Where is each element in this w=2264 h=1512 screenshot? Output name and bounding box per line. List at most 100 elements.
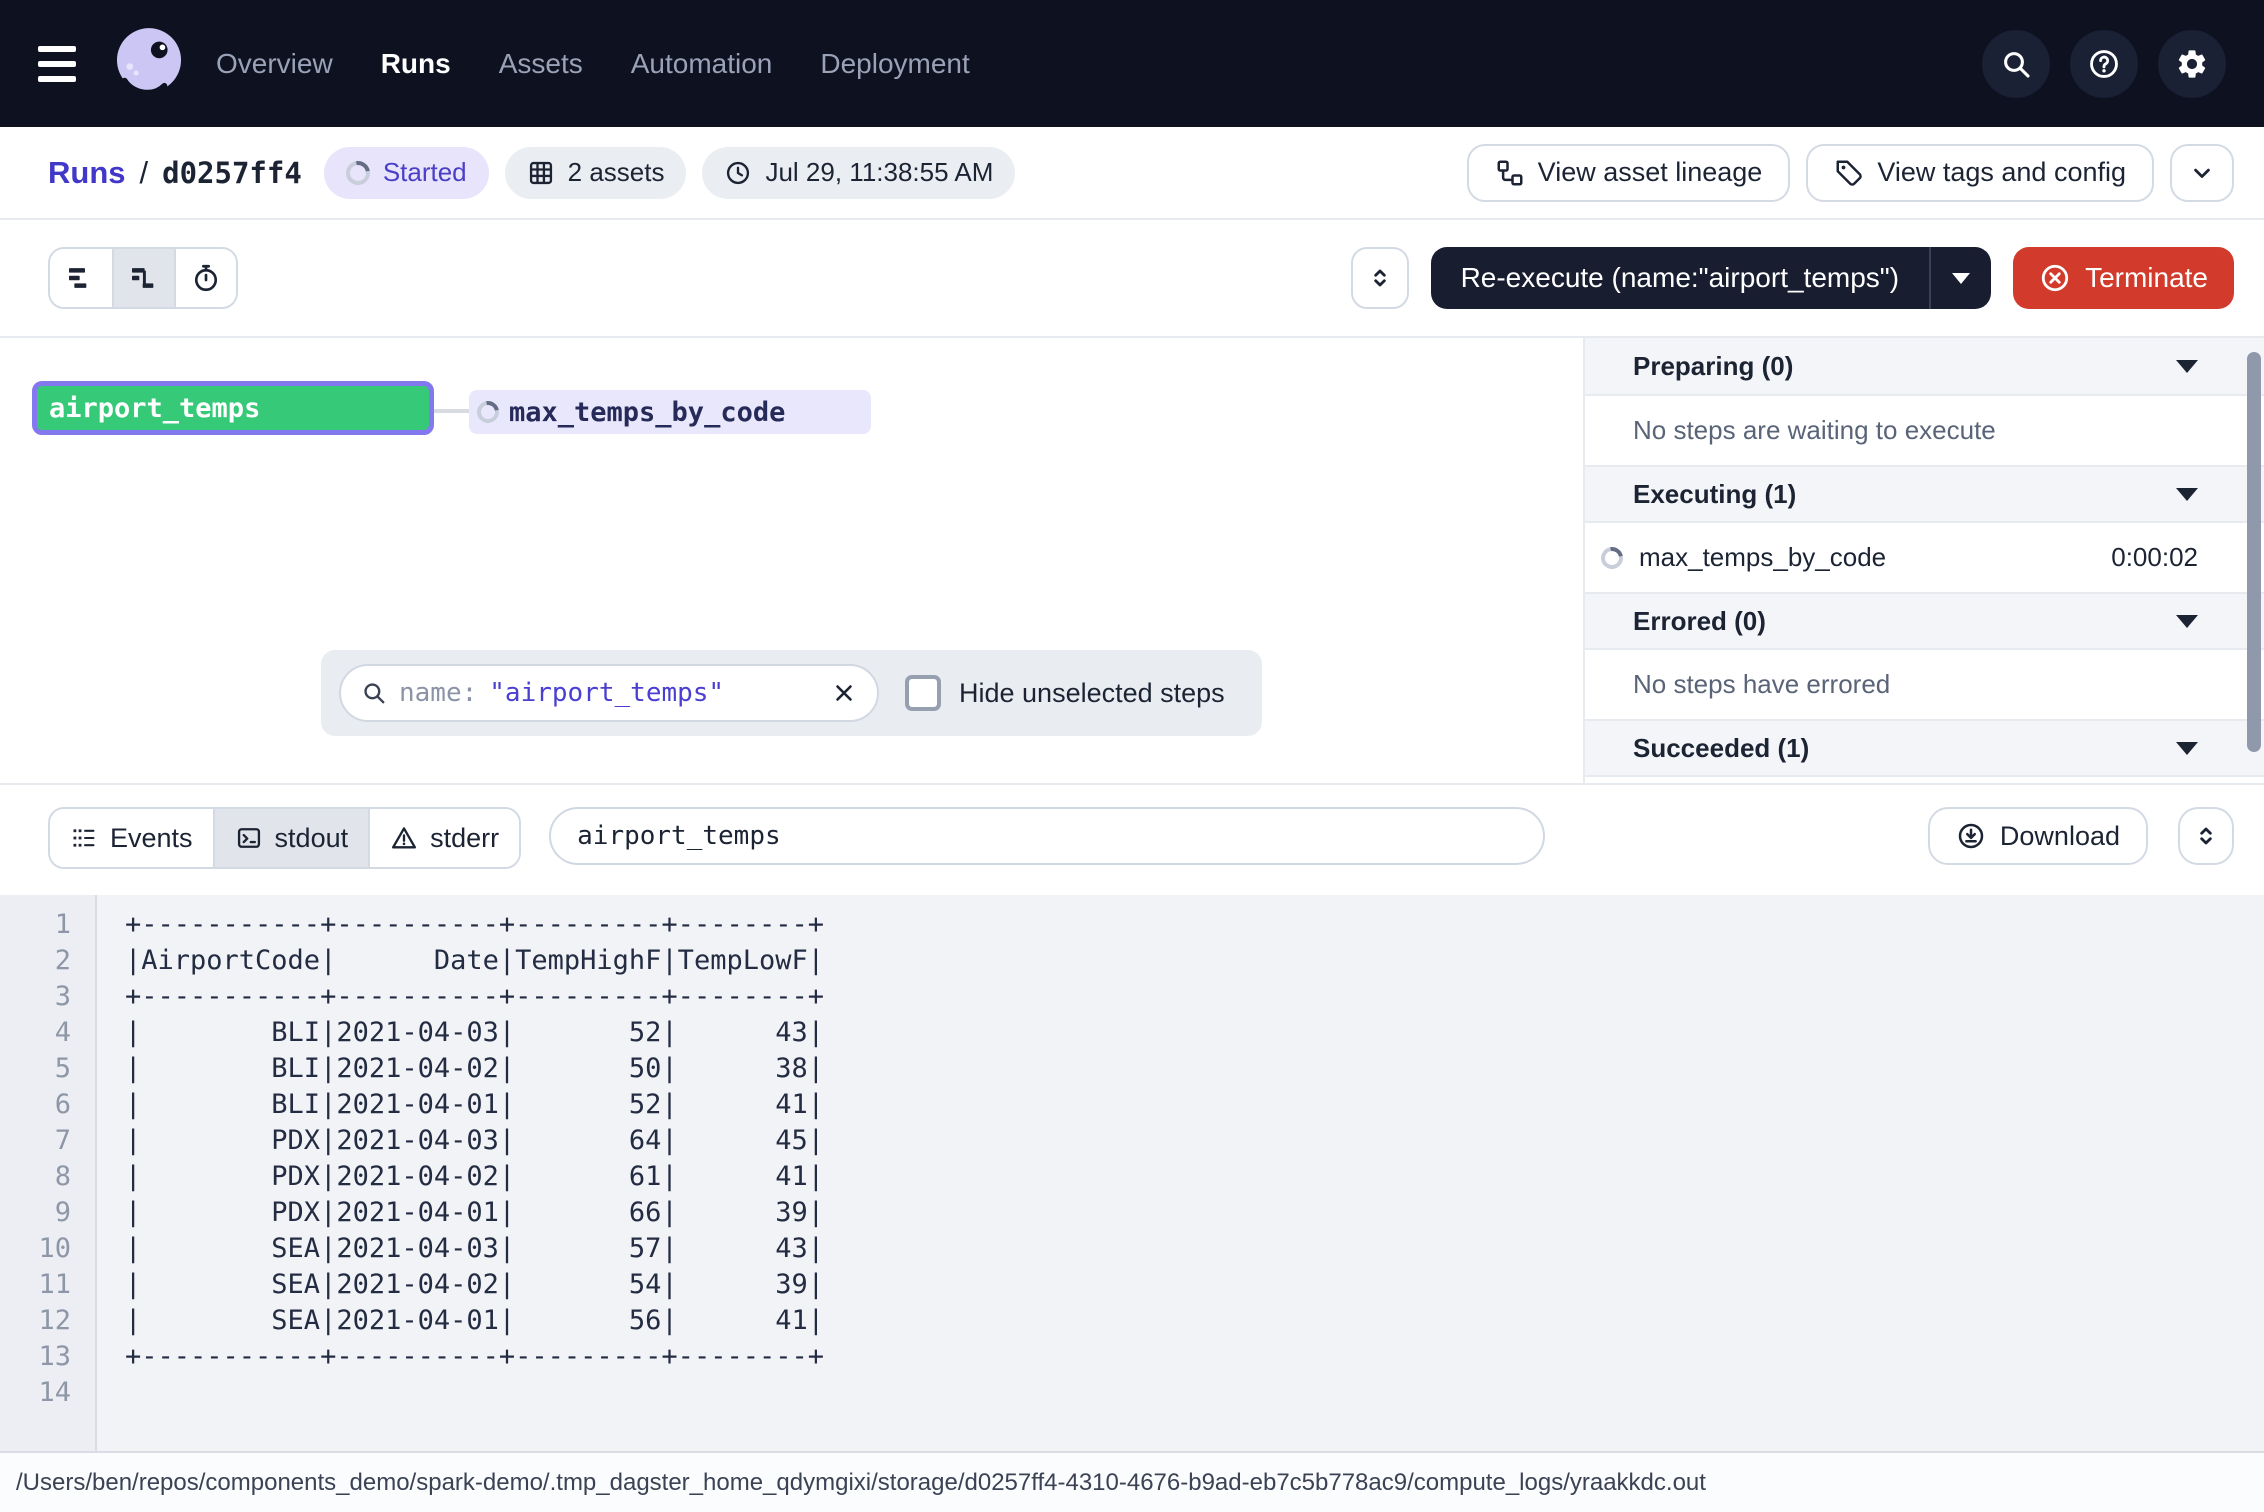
run-id: d0257ff4	[162, 156, 302, 190]
view-tags-config-button[interactable]: View tags and config	[1806, 144, 2154, 202]
line-number: 5	[0, 1051, 95, 1087]
tag-icon	[1834, 158, 1864, 188]
section-header-errored[interactable]: Errored (0)	[1585, 592, 2264, 650]
nav-item[interactable]: Automation	[631, 48, 773, 80]
log-line: 4 | BLI|2021-04-03| 52| 43|	[0, 1015, 2264, 1051]
hamburger-menu-icon[interactable]	[38, 38, 90, 90]
log-line: 10 | SEA|2021-04-03| 57| 43|	[0, 1231, 2264, 1267]
hide-unselected-row: Hide unselected steps	[905, 675, 1225, 711]
nav-item[interactable]: Runs	[381, 48, 451, 80]
help-icon[interactable]	[2070, 30, 2138, 98]
hide-unselected-checkbox[interactable]	[905, 675, 941, 711]
line-text: | SEA|2021-04-03| 57| 43|	[95, 1231, 824, 1267]
log-line: 7 | PDX|2021-04-03| 64| 45|	[0, 1123, 2264, 1159]
assets-badge[interactable]: 2 assets	[505, 147, 687, 199]
log-line: 9 | PDX|2021-04-01| 66| 39|	[0, 1195, 2264, 1231]
run-steps-panel: Preparing (0) No steps are waiting to ex…	[1583, 338, 2264, 783]
line-number: 13	[0, 1339, 95, 1375]
tab-events[interactable]: Events	[50, 809, 213, 867]
log-line: 13 +-----------+----------+---------+---…	[0, 1339, 2264, 1375]
gantt-step-airport-temps[interactable]: airport_temps	[32, 381, 434, 435]
line-text: | SEA|2021-04-01| 56| 41|	[95, 1303, 824, 1339]
expand-log-icon[interactable]	[2178, 807, 2234, 865]
list-icon	[70, 824, 98, 852]
terminal-icon	[235, 824, 263, 852]
run-header: Runs / d0257ff4 Started 2 assets Jul 29,…	[0, 127, 2264, 220]
search-icon[interactable]	[1982, 30, 2050, 98]
nav-item[interactable]: Overview	[216, 48, 333, 80]
line-number: 10	[0, 1231, 95, 1267]
status-spinner-icon	[341, 156, 374, 189]
log-line: 14	[0, 1375, 2264, 1411]
line-text: | PDX|2021-04-01| 66| 39|	[95, 1195, 824, 1231]
tab-stderr[interactable]: stderr	[368, 809, 519, 867]
collapse-triangle-icon	[2176, 742, 2198, 755]
reexecute-dropdown-icon[interactable]	[1929, 247, 1991, 309]
line-number: 7	[0, 1123, 95, 1159]
collapse-triangle-icon	[2176, 360, 2198, 373]
zoom-control-icon[interactable]	[1351, 247, 1409, 309]
section-body-errored: No steps have errored	[1585, 650, 2264, 719]
line-text: | PDX|2021-04-03| 64| 45|	[95, 1123, 824, 1159]
run-actions-dropdown-button[interactable]	[2170, 144, 2234, 202]
collapse-triangle-icon	[2176, 615, 2198, 628]
breadcrumb-runs-link[interactable]: Runs	[48, 155, 126, 191]
warning-triangle-icon	[390, 824, 418, 852]
line-text: +-----------+----------+---------+------…	[95, 979, 824, 1015]
grid-icon	[527, 159, 555, 187]
nav-item[interactable]: Deployment	[820, 48, 969, 80]
nav-item[interactable]: Assets	[499, 48, 583, 80]
view-mode-toggle	[48, 247, 238, 309]
log-line: 6 | BLI|2021-04-01| 52| 41|	[0, 1087, 2264, 1123]
executing-spinner-icon	[1597, 542, 1628, 573]
executing-step-row[interactable]: max_temps_by_code 0:00:02	[1585, 523, 2264, 592]
section-header-succeeded[interactable]: Succeeded (1)	[1585, 719, 2264, 777]
step-search-input[interactable]: name:"airport_temps"	[339, 664, 879, 722]
gantt-toolbar: Re-execute (name:"airport_temps") Termin…	[0, 220, 2264, 336]
clear-search-icon[interactable]	[831, 680, 857, 706]
terminate-button[interactable]: Terminate	[2013, 247, 2234, 309]
line-number: 3	[0, 979, 95, 1015]
timer-icon[interactable]	[174, 249, 236, 307]
line-number: 9	[0, 1195, 95, 1231]
nav-right-icons	[1982, 30, 2226, 98]
line-number: 11	[0, 1267, 95, 1303]
line-text: | PDX|2021-04-02| 61| 41|	[95, 1159, 824, 1195]
status-badge[interactable]: Started	[324, 147, 489, 199]
settings-icon[interactable]	[2158, 30, 2226, 98]
line-text: | BLI|2021-04-02| 50| 38|	[95, 1051, 824, 1087]
run-main-area: airport_temps max_temps_by_code name:"ai…	[0, 336, 2264, 785]
hide-unselected-label: Hide unselected steps	[959, 678, 1225, 709]
search-icon	[361, 680, 387, 706]
run-header-actions: View asset lineage View tags and config	[1467, 144, 2234, 202]
log-line: 1 +-----------+----------+---------+----…	[0, 907, 2264, 943]
log-line: 11 | SEA|2021-04-02| 54| 39|	[0, 1267, 2264, 1303]
log-output[interactable]: 1 +-----------+----------+---------+----…	[0, 895, 2264, 1451]
download-icon	[1956, 821, 1986, 851]
log-line: 5 | BLI|2021-04-02| 50| 38|	[0, 1051, 2264, 1087]
log-path-statusbar: /Users/ben/repos/components_demo/spark-d…	[0, 1451, 2264, 1512]
line-text: | BLI|2021-04-03| 52| 43|	[95, 1015, 824, 1051]
download-button[interactable]: Download	[1928, 807, 2148, 865]
log-line: 8 | PDX|2021-04-02| 61| 41|	[0, 1159, 2264, 1195]
section-header-executing[interactable]: Executing (1)	[1585, 465, 2264, 523]
panel-scrollbar[interactable]	[2247, 352, 2261, 752]
log-toolbar-right: Download	[1928, 807, 2234, 865]
section-body-preparing: No steps are waiting to execute	[1585, 396, 2264, 465]
run-actions: Re-execute (name:"airport_temps") Termin…	[1351, 247, 2234, 309]
gantt-flat-icon[interactable]	[50, 249, 112, 307]
gantt-step-max-temps-by-code[interactable]: max_temps_by_code	[469, 390, 871, 434]
view-asset-lineage-button[interactable]: View asset lineage	[1467, 144, 1791, 202]
line-number: 2	[0, 943, 95, 979]
log-step-filter-input[interactable]	[549, 807, 1545, 865]
line-number: 12	[0, 1303, 95, 1339]
dagster-logo-icon[interactable]	[108, 23, 190, 105]
reexecute-button[interactable]: Re-execute (name:"airport_temps")	[1431, 247, 1992, 309]
gantt-chart: airport_temps max_temps_by_code name:"ai…	[0, 338, 1583, 783]
log-tabs: Events stdout stderr	[48, 807, 521, 869]
section-header-preparing[interactable]: Preparing (0)	[1585, 338, 2264, 396]
gantt-waterfall-icon[interactable]	[112, 249, 174, 307]
line-number: 1	[0, 907, 95, 943]
collapse-triangle-icon	[2176, 488, 2198, 501]
tab-stdout[interactable]: stdout	[213, 809, 369, 867]
